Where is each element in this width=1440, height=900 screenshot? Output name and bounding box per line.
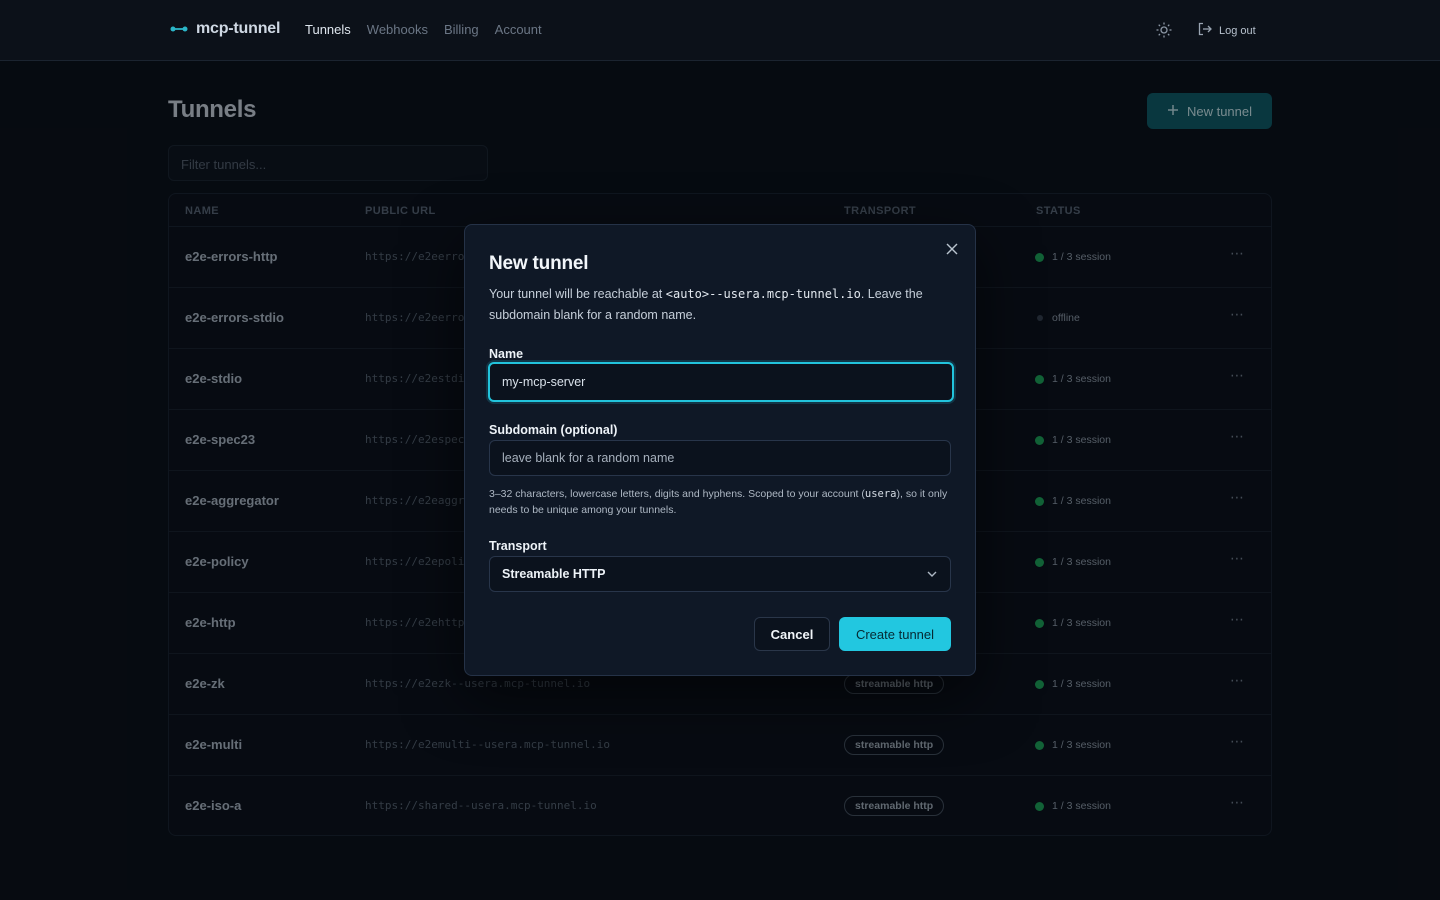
main-nav: Tunnels Webhooks Billing Account bbox=[305, 22, 542, 37]
logout-label: Log out bbox=[1219, 24, 1256, 37]
nav-tunnels[interactable]: Tunnels bbox=[305, 22, 351, 37]
dialog-description: Your tunnel will be reachable at <auto>-… bbox=[489, 287, 923, 322]
dialog-title: New tunnel bbox=[489, 253, 589, 274]
subdomain-field[interactable]: leave blank for a random name bbox=[489, 440, 951, 476]
brand-name: mcp-tunnel bbox=[196, 20, 281, 37]
domain-pattern: <auto>--usera.mcp-tunnel.io bbox=[665, 287, 861, 301]
nav-webhooks[interactable]: Webhooks bbox=[367, 22, 428, 37]
transport-select-value: Streamable HTTP bbox=[502, 567, 606, 581]
new-tunnel-dialog: New tunnel Your tunnel will be reachable… bbox=[464, 224, 976, 676]
transport-select[interactable]: Streamable HTTP bbox=[489, 556, 951, 592]
subdomain-label: Subdomain (optional) bbox=[489, 423, 618, 437]
top-bar: mcp-tunnel Tunnels Webhooks Billing Acco… bbox=[0, 0, 1440, 61]
close-icon[interactable] bbox=[943, 240, 961, 258]
name-label: Name bbox=[489, 347, 524, 361]
create-tunnel-button[interactable]: Create tunnel bbox=[839, 617, 951, 651]
brand[interactable]: mcp-tunnel bbox=[170, 20, 280, 38]
sun-icon[interactable] bbox=[1155, 21, 1173, 39]
nav-billing[interactable]: Billing bbox=[444, 22, 479, 37]
logout-icon bbox=[1197, 22, 1213, 39]
chevron-down-icon bbox=[926, 567, 938, 581]
name-field[interactable]: my-mcp-server bbox=[488, 362, 954, 402]
transport-label: Transport bbox=[489, 539, 547, 553]
cancel-button[interactable]: Cancel bbox=[754, 617, 830, 651]
subdomain-hint: 3–32 characters, lowercase letters, digi… bbox=[489, 488, 948, 516]
logout-button[interactable]: Log out bbox=[1197, 22, 1256, 39]
link-dots-icon bbox=[170, 20, 188, 38]
nav-account[interactable]: Account bbox=[495, 22, 542, 37]
